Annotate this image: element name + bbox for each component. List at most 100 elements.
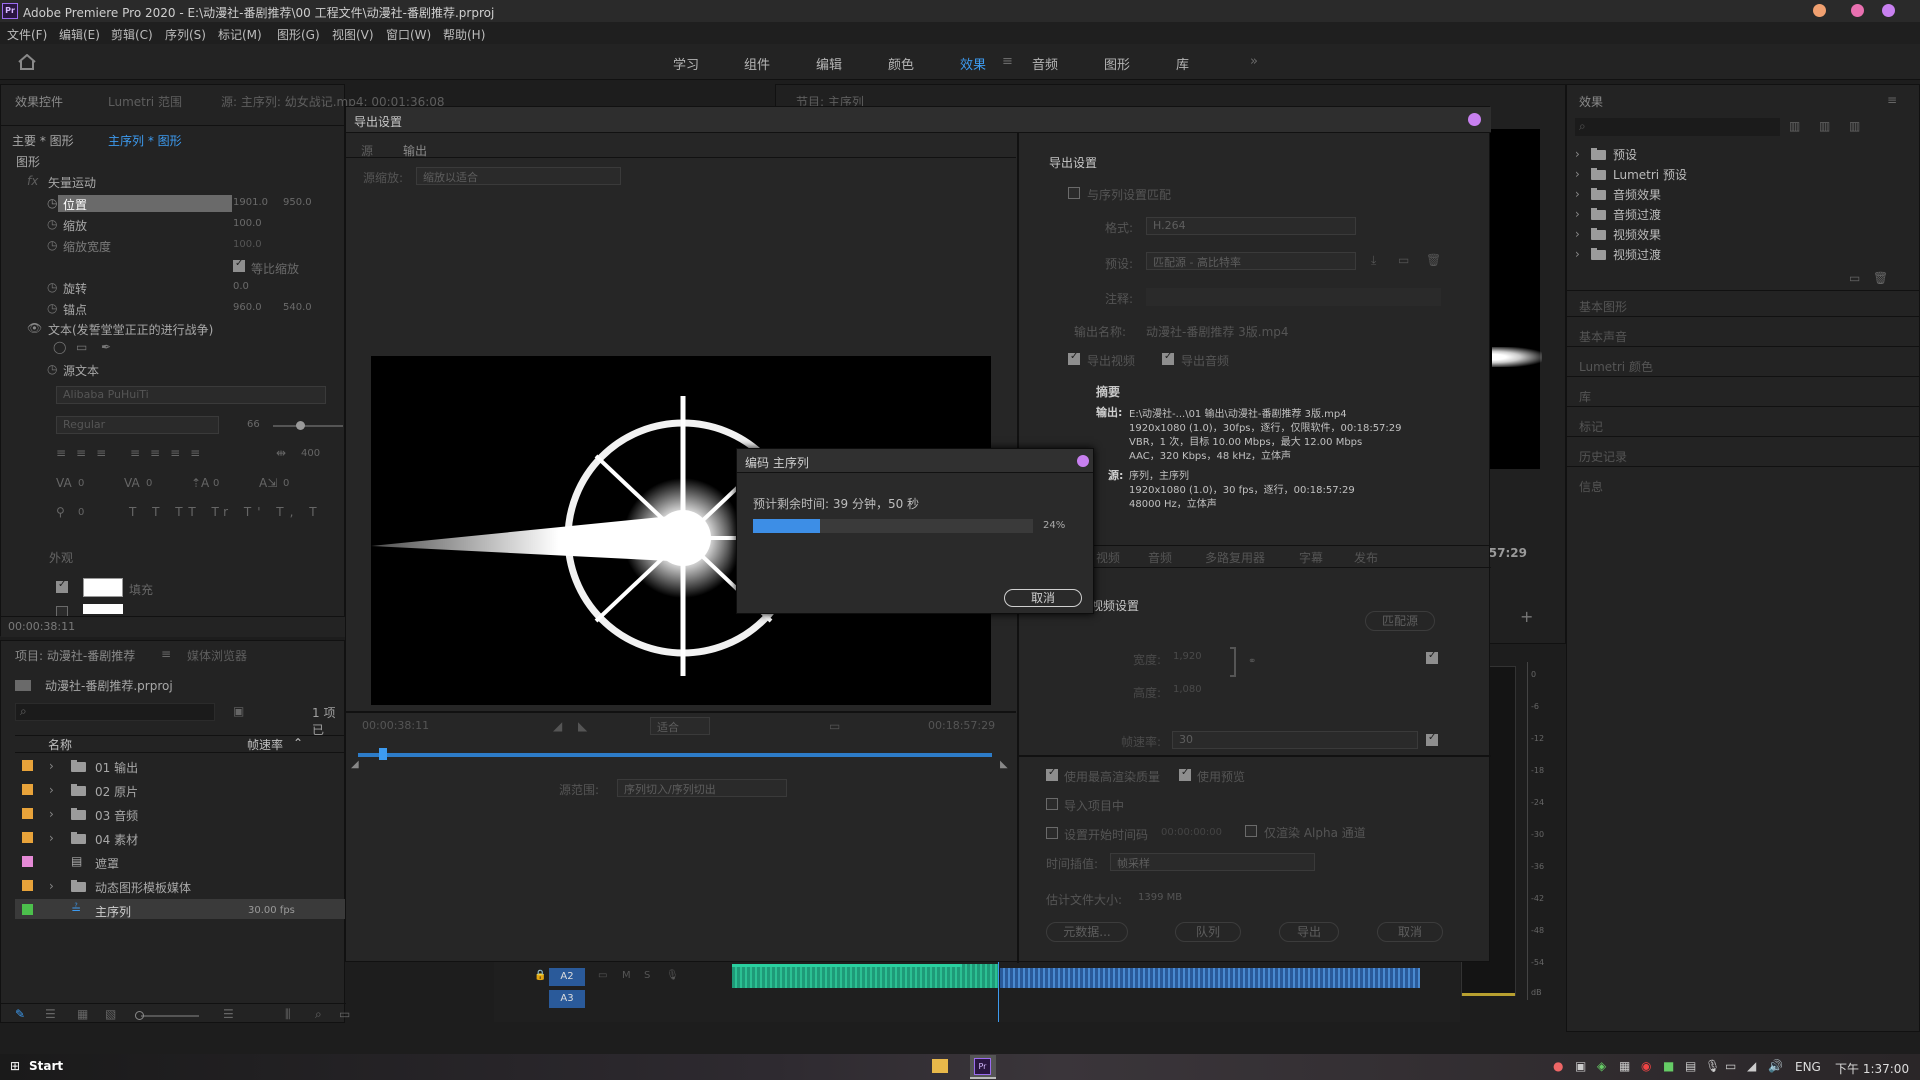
leading-value[interactable]: 0 [146,478,152,489]
scale-value[interactable]: 100.0 [233,218,262,229]
effects-search-input[interactable] [1575,118,1780,136]
track-a2-target[interactable]: A2 [549,968,585,986]
export-button[interactable]: 导出 [1279,922,1339,942]
expand-chevron-icon[interactable]: › [1575,227,1580,241]
export-playhead[interactable] [379,748,387,760]
tab-lumetri-scopes[interactable]: Lumetri 范围 [108,93,182,110]
range-end-handle[interactable]: ◣ [1000,759,1008,770]
delete-preset-icon[interactable]: 🗑 [1426,253,1441,267]
prop-position[interactable]: 位置 [63,196,87,213]
program-timecode[interactable]: :57:29 [1484,546,1527,560]
project-item-output[interactable]: 01 输出 [95,759,138,776]
new-folder-icon[interactable]: ▭ [339,1007,350,1021]
stopwatch-icon[interactable]: ◷ [47,362,57,376]
match-sequence-checkbox[interactable] [1068,187,1080,199]
set-start-tc-checkbox[interactable] [1046,827,1058,839]
frame-rate-select[interactable]: 30 [1172,731,1418,749]
label-color-swatch[interactable] [22,808,33,819]
section-markers[interactable]: 标记 [1579,418,1603,435]
zoom-slider[interactable] [141,1015,199,1017]
panel-menu-icon[interactable]: ≡ [1887,93,1897,107]
rect-mask-icon[interactable]: ▭ [76,340,87,354]
tab-publish[interactable]: 发布 [1354,549,1378,566]
clip-name-sequence[interactable]: 主序列 * 图形 [108,132,182,149]
32bit-effects-icon[interactable]: ▥ [1819,119,1830,133]
expand-chevron-icon[interactable]: › [49,783,54,797]
add-button-icon[interactable]: + [1520,607,1533,626]
menu-window[interactable]: 窗口(W) [386,26,431,43]
position-x[interactable]: 1901.0 [233,197,268,208]
set-out-point-icon[interactable]: ◣ [578,719,587,733]
project-item-assets[interactable]: 04 素材 [95,831,138,848]
menu-marker[interactable]: 标记(M) [218,26,262,43]
solo-button[interactable]: S [644,970,650,981]
sort-asc-icon[interactable]: ⌃ [293,736,303,750]
project-item-mogrt-media[interactable]: 动态图形模板媒体 [95,879,191,896]
import-project-checkbox[interactable] [1046,798,1058,810]
fill-color-swatch[interactable] [83,578,123,597]
find-icon[interactable]: ⌕ [315,1007,322,1022]
new-bin-icon[interactable]: ▭ [1849,271,1860,285]
stopwatch-icon[interactable]: ◷ [47,217,57,231]
expand-chevron-icon[interactable]: › [49,831,54,845]
voiceover-icon[interactable]: 🎙 [666,970,679,981]
expand-chevron-icon[interactable]: › [49,807,54,821]
metadata-button[interactable]: 元数据... [1046,922,1128,942]
microphone-icon[interactable]: 🎙 [1705,1059,1720,1073]
render-alpha-checkbox[interactable] [1245,825,1257,837]
col-fps-header[interactable]: 帧速率 [247,736,283,753]
vector-motion-label[interactable]: 矢量运动 [48,174,96,191]
anchor-y[interactable]: 540.0 [283,302,312,313]
effects-tree-lumetri-presets[interactable]: Lumetri 预设 [1613,166,1687,183]
zoom-slider-handle[interactable] [135,1011,144,1020]
tracking-icon[interactable]: ⇹ [276,446,286,460]
section-info[interactable]: 信息 [1579,478,1603,495]
effects-panel-title[interactable]: 效果 [1579,93,1603,110]
expand-chevron-icon[interactable]: › [1575,247,1580,261]
expand-chevron-icon[interactable]: › [1575,167,1580,181]
tsume-value[interactable]: 0 [283,478,289,489]
cancel-export-button[interactable]: 取消 [1377,922,1443,942]
menu-view[interactable]: 视图(V) [332,26,374,43]
stroke-width-value[interactable]: 0 [78,507,84,518]
start-button[interactable]: Start [29,1059,63,1073]
audio-clip[interactable] [732,964,962,988]
system-clock[interactable]: 下午 1:37:00 [1835,1060,1909,1077]
project-item-footage[interactable]: 02 原片 [95,783,138,800]
file-explorer-icon[interactable] [932,1059,948,1073]
tab-video-settings[interactable]: 视频 [1096,549,1120,566]
preset-select[interactable]: 匹配源 - 高比特率 [1146,252,1356,270]
scale-width-value[interactable]: 100.0 [233,239,262,250]
match-source-button[interactable]: 匹配源 [1365,611,1435,631]
height-value[interactable]: 1,080 [1173,684,1202,695]
uniform-scale-checkbox[interactable] [233,258,245,272]
effect-controls-timecode[interactable]: 00:00:38:11 [8,620,75,633]
menu-graphics[interactable]: 图形(G) [277,26,320,43]
workspace-color[interactable]: 颜色 [888,54,914,73]
out-point-timecode[interactable]: 00:18:57:29 [928,719,995,732]
windows-icon[interactable]: ⊞ [10,1059,20,1073]
more-workspaces-icon[interactable]: » [1250,54,1258,69]
volume-icon[interactable]: 🔊 [1768,1059,1783,1073]
project-item-main-sequence[interactable]: 主序列 [95,903,131,920]
workspace-menu-icon[interactable]: ≡ [1002,54,1013,69]
text-layer-label[interactable]: 文本(发誓堂堂正正的进行战争) [48,321,213,338]
col-name-header[interactable]: 名称 [48,736,72,753]
tab-media-browser[interactable]: 媒体浏览器 [187,647,247,664]
align-buttons[interactable]: ≡≡≡ ≡≡≡≡ [56,446,210,460]
source-scaling-select[interactable]: 缩放以适合 [416,167,621,185]
mute-button[interactable]: M [622,970,631,981]
menu-sequence[interactable]: 序列(S) [165,26,206,43]
stroke-color-swatch[interactable] [83,604,123,614]
section-libraries[interactable]: 库 [1579,388,1591,405]
icon-view-icon[interactable]: ▦ [77,1007,88,1021]
prop-scale-width[interactable]: 缩放宽度 [63,238,111,255]
lock-icon[interactable]: 🔒 [534,970,546,981]
input-language[interactable]: ENG [1795,1060,1821,1074]
aspect-correction-icon[interactable]: ▭ [829,719,840,733]
range-start-handle[interactable]: ◢ [351,759,359,770]
clip-name-main[interactable]: 主要 * 图形 [12,132,74,149]
project-item-audio[interactable]: 03 音频 [95,807,138,824]
kerning-value[interactable]: 0 [78,478,84,489]
stopwatch-icon[interactable]: ◷ [47,196,57,210]
